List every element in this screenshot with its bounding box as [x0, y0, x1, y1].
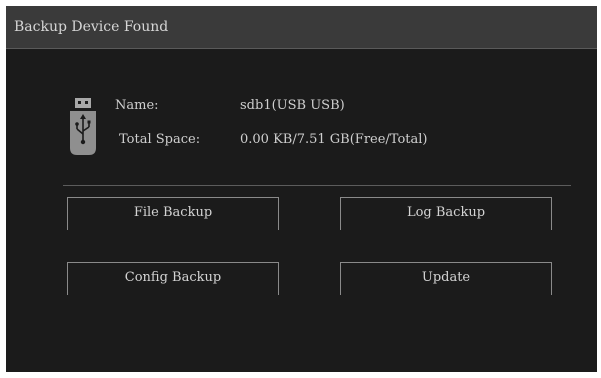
- dialog-title: Backup Device Found: [14, 19, 169, 35]
- config-backup-button[interactable]: Config Backup: [67, 262, 279, 295]
- update-button[interactable]: Update: [340, 262, 552, 295]
- device-name-label: Name:: [115, 98, 159, 113]
- device-name-value: sdb1(USB USB): [240, 98, 345, 113]
- file-backup-button[interactable]: File Backup: [67, 197, 279, 230]
- log-backup-button[interactable]: Log Backup: [340, 197, 552, 230]
- total-space-value: 0.00 KB/7.51 GB(Free/Total): [240, 132, 428, 147]
- divider: [63, 185, 571, 186]
- usb-drive-icon: [70, 98, 96, 155]
- total-space-label: Total Space:: [119, 132, 201, 147]
- backup-device-dialog: Backup Device Found Name: sdb1(USB USB) …: [6, 6, 597, 372]
- dialog-titlebar: Backup Device Found: [6, 6, 597, 49]
